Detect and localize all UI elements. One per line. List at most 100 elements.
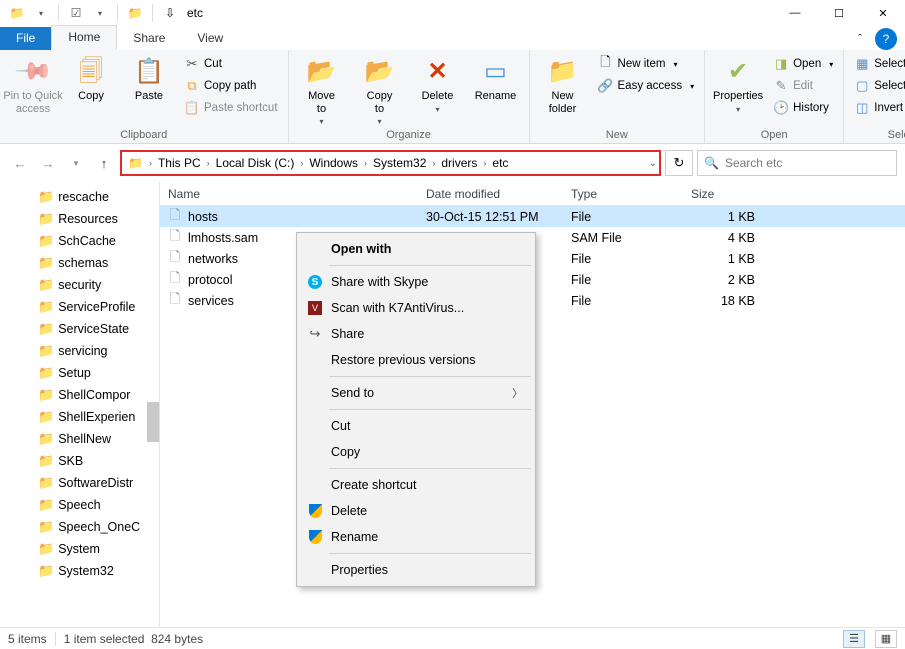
ctx-delete[interactable]: Delete — [299, 498, 533, 524]
easy-access-button[interactable]: 🔗Easy access▾ — [594, 76, 699, 96]
back-button[interactable]: ← — [8, 151, 32, 175]
move-to-button[interactable]: 📂Move to▾ — [295, 52, 349, 126]
cut-button[interactable]: ✂Cut — [180, 54, 282, 74]
tree-item[interactable]: 📁System — [0, 538, 159, 560]
up-button[interactable]: ↑ — [92, 151, 116, 175]
ctx-open-with[interactable]: Open with — [299, 236, 533, 262]
file-name: hosts — [188, 210, 218, 224]
chevron-right-icon[interactable]: › — [432, 158, 435, 168]
ctx-copy[interactable]: Copy — [299, 439, 533, 465]
tree-item[interactable]: 📁SKB — [0, 450, 159, 472]
history-button[interactable]: 🕑History — [769, 98, 837, 118]
folder-qat-icon[interactable]: 📁 — [124, 2, 146, 24]
tree-item[interactable]: 📁Resources — [0, 208, 159, 230]
minimize-button[interactable]: — — [773, 0, 817, 26]
ctx-send-to[interactable]: Send to〉 — [299, 380, 533, 406]
tree-item[interactable]: 📁ShellExperien — [0, 406, 159, 428]
qat-dropdown2-icon[interactable]: ▾ — [89, 2, 111, 24]
tree-item[interactable]: 📁ServiceProfile — [0, 296, 159, 318]
refresh-button[interactable]: ↻ — [665, 150, 693, 176]
tab-share[interactable]: Share — [117, 27, 181, 50]
chevron-right-icon[interactable]: › — [483, 158, 486, 168]
help-button[interactable]: ? — [875, 28, 897, 50]
breadcrumb-windows[interactable]: Windows — [305, 156, 362, 170]
copy-to-button[interactable]: 📂Copy to▾ — [353, 52, 407, 126]
paste-shortcut-button[interactable]: 📋Paste shortcut — [180, 98, 282, 118]
breadcrumb-drive[interactable]: Local Disk (C:) — [212, 156, 299, 170]
tree-item[interactable]: 📁Speech_OneC — [0, 516, 159, 538]
tree-item[interactable]: 📁SchCache — [0, 230, 159, 252]
chevron-right-icon[interactable]: › — [207, 158, 210, 168]
select-none-label: Select none — [874, 80, 905, 92]
rename-button[interactable]: ▭Rename — [469, 52, 523, 103]
ctx-scan-k7[interactable]: VScan with K7AntiVirus... — [299, 295, 533, 321]
file-name: services — [188, 294, 234, 308]
qat-overflow-icon[interactable]: ⇩ — [159, 2, 181, 24]
chevron-right-icon[interactable]: › — [300, 158, 303, 168]
properties-button[interactable]: ✔Properties▾ — [711, 52, 765, 114]
tab-file[interactable]: File — [0, 27, 51, 50]
open-button[interactable]: ◨Open▾ — [769, 54, 837, 74]
col-name[interactable]: Name — [160, 187, 418, 201]
rename-label: Rename — [475, 90, 517, 103]
collapse-ribbon-button[interactable]: ˆ — [849, 28, 871, 50]
ctx-share[interactable]: ↪Share — [299, 321, 533, 347]
tree-item[interactable]: 📁ShellNew — [0, 428, 159, 450]
group-organize: 📂Move to▾ 📂Copy to▾ ✕Delete▾ ▭Rename Org… — [289, 50, 530, 143]
breadcrumb-system32[interactable]: System32 — [369, 156, 430, 170]
chevron-right-icon[interactable]: › — [364, 158, 367, 168]
close-button[interactable]: ✕ — [861, 0, 905, 26]
details-view-button[interactable]: ☰ — [843, 630, 865, 648]
copy-button[interactable]: 🗐 Copy — [64, 52, 118, 103]
ctx-cut[interactable]: Cut — [299, 413, 533, 439]
select-none-button[interactable]: ▢Select none — [850, 76, 905, 96]
scrollbar-thumb[interactable] — [147, 402, 159, 442]
tree-item[interactable]: 📁schemas — [0, 252, 159, 274]
copy-path-button[interactable]: ⧉Copy path — [180, 76, 282, 96]
paste-button[interactable]: 📋 Paste — [122, 52, 176, 103]
chevron-right-icon[interactable]: › — [149, 158, 152, 168]
navigation-tree[interactable]: 📁rescache📁Resources📁SchCache📁schemas📁sec… — [0, 182, 160, 627]
qat-dropdown-icon[interactable]: ▾ — [30, 2, 52, 24]
properties-qat-icon[interactable]: ☑ — [65, 2, 87, 24]
tab-home[interactable]: Home — [51, 25, 117, 50]
ctx-restore-versions[interactable]: Restore previous versions — [299, 347, 533, 373]
tree-item[interactable]: 📁ServiceState — [0, 318, 159, 340]
tree-item[interactable]: 📁SoftwareDistr — [0, 472, 159, 494]
delete-button[interactable]: ✕Delete▾ — [411, 52, 465, 114]
tree-item[interactable]: 📁rescache — [0, 186, 159, 208]
maximize-button[interactable]: ☐ — [817, 0, 861, 26]
recent-locations-button[interactable]: ▾ — [64, 151, 88, 175]
select-all-button[interactable]: ▦Select all — [850, 54, 905, 74]
tree-item[interactable]: 📁System32 — [0, 560, 159, 582]
ctx-rename-label: Rename — [331, 530, 378, 544]
file-row[interactable]: 🗋hosts30-Oct-15 12:51 PMFile1 KB — [160, 206, 905, 227]
address-bar[interactable]: 📁 › This PC› Local Disk (C:)› Windows› S… — [120, 150, 661, 176]
ctx-create-shortcut[interactable]: Create shortcut — [299, 472, 533, 498]
large-icons-view-button[interactable]: ▦ — [875, 630, 897, 648]
invert-selection-button[interactable]: ◫Invert selection — [850, 98, 905, 118]
ctx-share-skype[interactable]: SShare with Skype — [299, 269, 533, 295]
pin-quick-access-button[interactable]: 📌 Pin to Quick access — [6, 52, 60, 115]
tree-item[interactable]: 📁servicing — [0, 340, 159, 362]
edit-button[interactable]: ✎Edit — [769, 76, 837, 96]
ctx-properties[interactable]: Properties — [299, 557, 533, 583]
new-folder-button[interactable]: 📁New folder — [536, 52, 590, 115]
col-type[interactable]: Type — [563, 187, 683, 201]
col-date[interactable]: Date modified — [418, 187, 563, 201]
search-input[interactable]: 🔍 Search etc — [697, 150, 897, 176]
tree-item[interactable]: 📁ShellCompor — [0, 384, 159, 406]
breadcrumb-drivers[interactable]: drivers — [437, 156, 481, 170]
tree-item[interactable]: 📁security — [0, 274, 159, 296]
breadcrumb-etc[interactable]: etc — [488, 156, 512, 170]
tree-item[interactable]: 📁Speech — [0, 494, 159, 516]
paste-shortcut-icon: 📋 — [184, 100, 200, 116]
breadcrumb-this-pc[interactable]: This PC — [154, 156, 205, 170]
address-history-dropdown[interactable]: ⌄ — [649, 158, 657, 169]
tab-view[interactable]: View — [181, 27, 239, 50]
col-size[interactable]: Size — [683, 187, 763, 201]
tree-item[interactable]: 📁Setup — [0, 362, 159, 384]
new-item-button[interactable]: 🗋New item▾ — [594, 54, 699, 74]
ctx-rename[interactable]: Rename — [299, 524, 533, 550]
forward-button[interactable]: → — [36, 151, 60, 175]
